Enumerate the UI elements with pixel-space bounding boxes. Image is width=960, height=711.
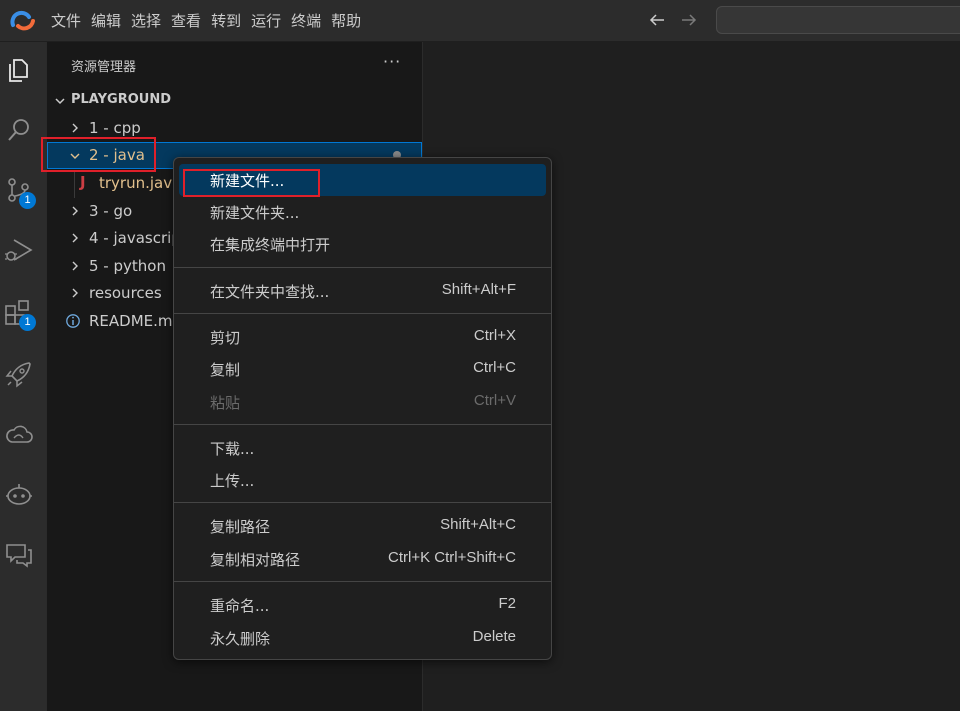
- tree-item-label: 1 - cpp: [89, 119, 141, 137]
- forward-arrow-icon[interactable]: [678, 9, 700, 31]
- menu-copy-path[interactable]: 复制路径 Shift+Alt+C: [179, 510, 546, 542]
- menu-file[interactable]: 文件: [50, 0, 89, 42]
- menu-open-in-terminal[interactable]: 在集成终端中打开: [179, 228, 546, 260]
- extensions-badge: 1: [19, 314, 36, 331]
- menu-rename[interactable]: 重命名... F2: [179, 589, 546, 621]
- menu-item-shortcut: Ctrl+V: [473, 392, 516, 409]
- tree-item-label: tryrun.java: [99, 174, 182, 192]
- menu-find-in-folder[interactable]: 在文件夹中查找... Shift+Alt+F: [179, 275, 546, 307]
- menu-item-label: 上传...: [210, 472, 255, 490]
- menu-item-shortcut: Ctrl+C: [473, 359, 516, 376]
- menu-terminal[interactable]: 终端: [290, 0, 329, 42]
- chevron-down-icon: [55, 98, 65, 105]
- activity-ai-assistant[interactable]: [0, 474, 47, 514]
- back-arrow-icon[interactable]: [646, 9, 668, 31]
- title-bar: 文件 编辑 选择 查看 转到 运行 终端 帮助: [0, 0, 960, 42]
- menu-go[interactable]: 转到: [210, 0, 249, 42]
- info-icon: [66, 314, 80, 328]
- tree-item-label: 4 - javascrip: [89, 229, 181, 247]
- menu-cut[interactable]: 剪切 Ctrl+X: [179, 321, 546, 353]
- menu-item-shortcut: Delete: [472, 628, 516, 645]
- menu-item-shortcut: F2: [498, 595, 516, 612]
- tree-item-label: README.mc: [89, 312, 181, 330]
- menu-separator: [174, 502, 551, 503]
- menu-bar: 文件 编辑 选择 查看 转到 运行 终端 帮助: [50, 0, 370, 42]
- activity-run-debug[interactable]: [0, 230, 47, 270]
- search-icon: [8, 119, 29, 141]
- chevron-right-icon: [72, 288, 78, 298]
- workspace-name: PLAYGROUND: [71, 92, 172, 107]
- tree-item-label: 5 - python: [89, 257, 166, 275]
- annotation-highlight-new-file: [183, 169, 320, 197]
- menu-separator: [174, 267, 551, 268]
- menu-item-label: 复制路径: [210, 518, 271, 536]
- chevron-right-icon: [72, 206, 78, 216]
- tree-item-label: 3 - go: [89, 202, 133, 220]
- activity-deploy[interactable]: [0, 354, 47, 394]
- chevron-right-icon: [72, 233, 78, 243]
- menu-selection[interactable]: 选择: [130, 0, 169, 42]
- menu-delete-permanently[interactable]: 永久删除 Delete: [179, 622, 546, 654]
- robot-icon: [6, 484, 32, 505]
- menu-item-label: 在集成终端中打开: [210, 236, 331, 254]
- menu-upload[interactable]: 上传...: [179, 464, 546, 496]
- menu-edit[interactable]: 编辑: [90, 0, 129, 42]
- menu-separator: [174, 424, 551, 425]
- menu-download[interactable]: 下载...: [179, 432, 546, 464]
- files-icon: [9, 59, 28, 82]
- activity-bar: 1 1: [0, 42, 47, 711]
- activity-explorer[interactable]: [0, 50, 47, 90]
- menu-item-label: 在文件夹中查找...: [210, 283, 330, 301]
- menu-item-label: 永久删除: [210, 630, 271, 648]
- activity-feedback[interactable]: [0, 534, 47, 574]
- activity-extensions[interactable]: 1: [0, 292, 47, 332]
- menu-copy[interactable]: 复制 Ctrl+C: [179, 353, 546, 385]
- command-center[interactable]: [716, 6, 960, 34]
- menu-run[interactable]: 运行: [250, 0, 289, 42]
- menu-copy-relative-path[interactable]: 复制相对路径 Ctrl+K Ctrl+Shift+C: [179, 543, 546, 575]
- codespace-logo-icon[interactable]: [10, 9, 36, 33]
- menu-item-label: 复制相对路径: [210, 551, 301, 569]
- cloud-icon: [6, 425, 33, 443]
- rocket-icon: [5, 362, 31, 388]
- activity-cloud[interactable]: [0, 414, 47, 454]
- activity-search[interactable]: [0, 110, 47, 150]
- chevron-right-icon: [72, 261, 78, 271]
- menu-item-shortcut: Shift+Alt+F: [441, 281, 516, 298]
- source-control-badge: 1: [19, 192, 36, 209]
- menu-item-label: 复制: [210, 361, 241, 379]
- menu-item-shortcut: Ctrl+K Ctrl+Shift+C: [388, 549, 516, 566]
- menu-separator: [174, 313, 551, 314]
- menu-item-label: 重命名...: [210, 597, 270, 615]
- run-debug-icon: [5, 239, 33, 261]
- context-menu: 新建文件... 新建文件夹... 在集成终端中打开 在文件夹中查找... Shi…: [173, 157, 552, 660]
- tree-item-label: resources: [89, 284, 162, 302]
- menu-item-shortcut: Ctrl+X: [473, 327, 516, 344]
- workspace-section-header[interactable]: PLAYGROUND: [47, 90, 422, 112]
- explorer-title: 资源管理器: [71, 60, 137, 75]
- more-actions-icon[interactable]: ···: [383, 52, 401, 71]
- feedback-icon: [6, 544, 32, 568]
- activity-source-control[interactable]: 1: [0, 170, 47, 210]
- menu-separator: [174, 581, 551, 582]
- menu-item-label: 粘贴: [210, 394, 241, 412]
- annotation-highlight-folder: [41, 137, 156, 172]
- menu-item-shortcut: Shift+Alt+C: [440, 516, 516, 533]
- menu-item-label: 下载...: [210, 440, 255, 458]
- menu-paste[interactable]: 粘贴 Ctrl+V: [179, 386, 546, 418]
- chevron-right-icon: [72, 123, 78, 133]
- menu-item-label: 新建文件夹...: [210, 204, 300, 222]
- menu-item-label: 剪切: [210, 329, 241, 347]
- menu-new-folder[interactable]: 新建文件夹...: [179, 196, 546, 228]
- menu-help[interactable]: 帮助: [330, 0, 369, 42]
- java-file-icon: J: [80, 173, 86, 191]
- menu-view[interactable]: 查看: [170, 0, 209, 42]
